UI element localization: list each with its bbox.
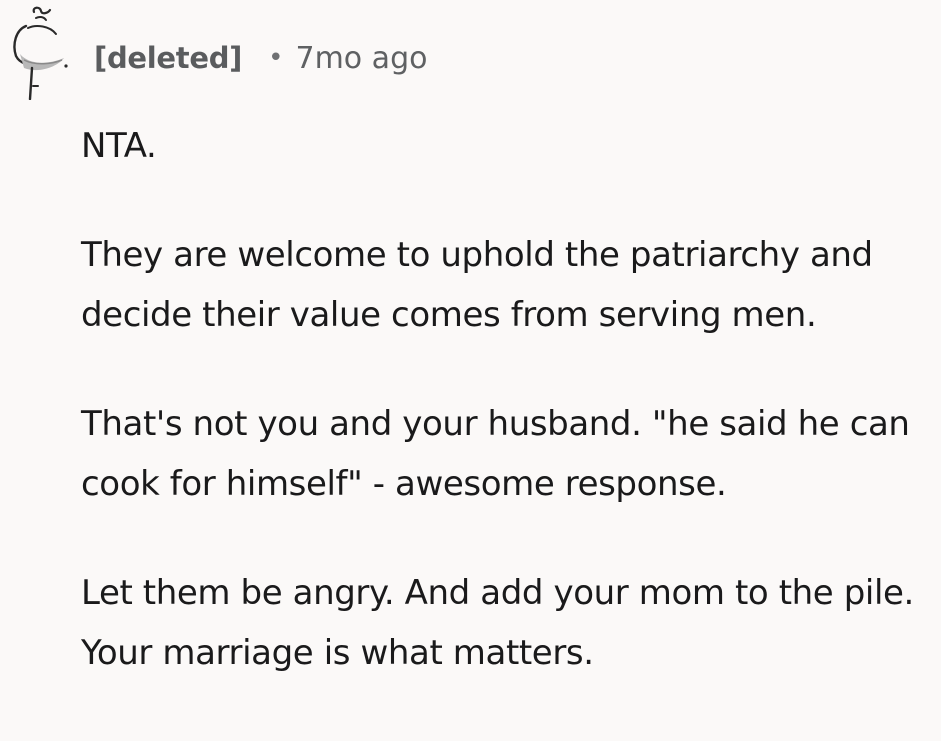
comment-card: [deleted] • 7mo ago NTA. They are welcom… (0, 0, 941, 741)
comment-timestamp[interactable]: 7mo ago (295, 41, 427, 76)
comment-paragraph: Let them be angry. And add your mom to t… (81, 573, 914, 673)
comment-author[interactable]: [deleted] (94, 41, 242, 75)
comment-paragraph: They are welcome to uphold the patriarch… (81, 235, 873, 335)
comment-paragraph: That's not you and your husband. "he sai… (81, 404, 910, 504)
comment-paragraph: NTA. (81, 126, 157, 166)
meta-separator: • (268, 43, 284, 73)
deleted-user-avatar-icon[interactable] (6, 4, 72, 101)
comment-body: NTA. They are welcome to uphold the patr… (81, 116, 931, 683)
comment-header: [deleted] • 7mo ago (94, 36, 427, 80)
